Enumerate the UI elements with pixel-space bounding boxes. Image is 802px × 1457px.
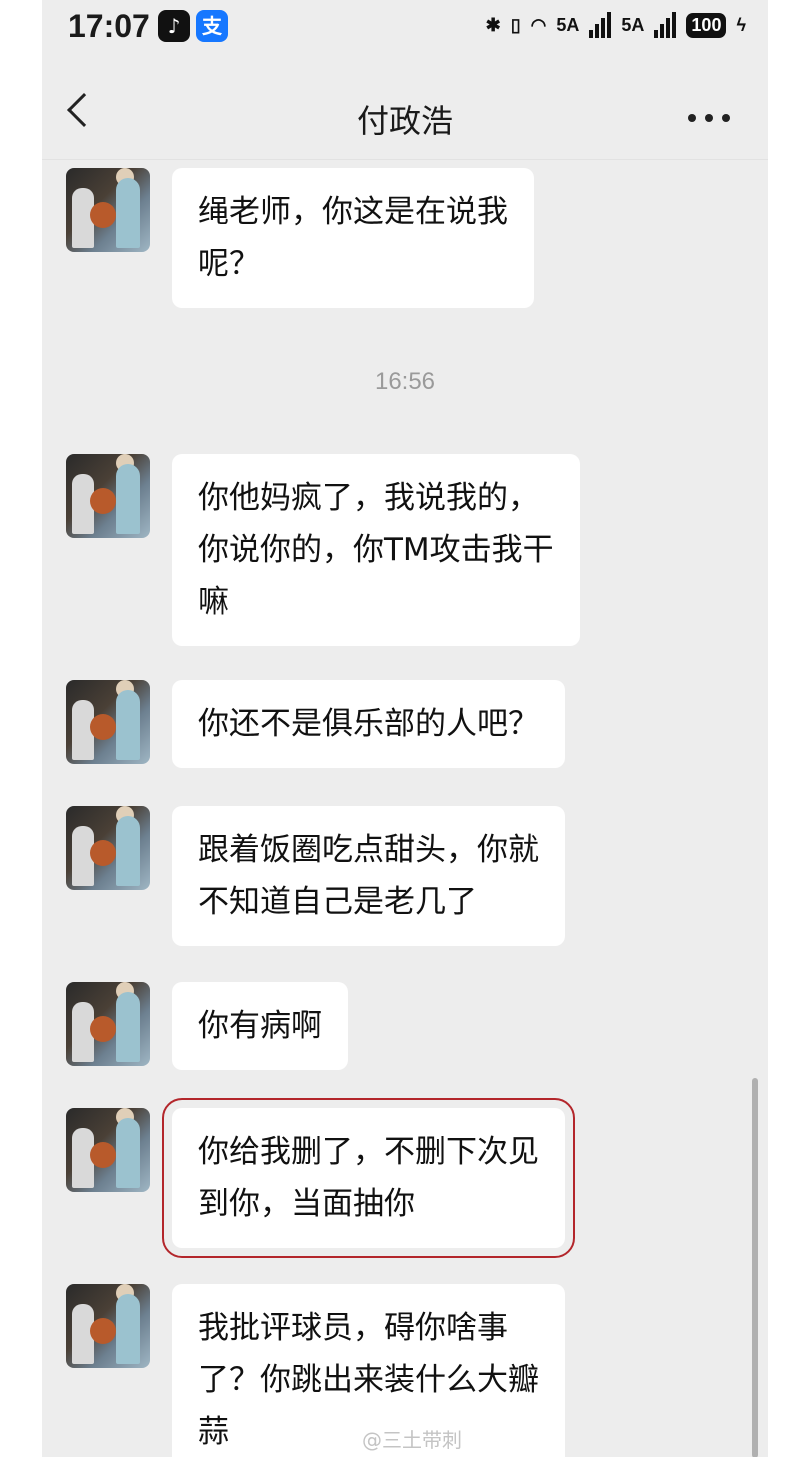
message-line: 你说你的，你TM攻击我干 — [198, 532, 554, 568]
message-timestamp: 16:56 — [374, 368, 436, 395]
wifi-icon: ◠ — [530, 14, 547, 35]
status-time: 17:07 — [68, 8, 150, 44]
message-line: 你给我删了，不删下次见 — [198, 1134, 539, 1170]
chat-title: 付政浩 — [356, 102, 453, 140]
message-bubble[interactable]: 你他妈疯了，我说我的， 你说你的，你TM攻击我干 嘛 — [172, 454, 580, 646]
signal-1-label: 5A — [556, 14, 580, 35]
message-line: 嘛 — [198, 584, 229, 620]
chat-screen: 17:07 ♪ 支 ✱ ▯ ◠ 5A 5A 100 ϟ 付政浩 绳老师，你这是在… — [42, 0, 768, 1457]
charging-icon: ϟ — [736, 14, 746, 35]
bluetooth-icon: ✱ — [485, 14, 501, 35]
tiktok-icon: ♪ — [158, 10, 190, 42]
signal-2-icon — [654, 12, 677, 38]
watermark: @三土带刺 — [362, 1428, 462, 1452]
message-line: 你还不是俱乐部的人吧？ — [198, 706, 539, 742]
message-line: 你他妈疯了，我说我的， — [198, 480, 539, 516]
more-options-icon[interactable] — [688, 114, 730, 122]
avatar[interactable] — [66, 1108, 150, 1192]
message-bubble[interactable]: 你有病啊 — [172, 982, 348, 1070]
scrollbar[interactable] — [752, 1078, 758, 1457]
avatar[interactable] — [66, 680, 150, 764]
vibrate-icon: ▯ — [510, 14, 521, 35]
message-line: 呢？ — [198, 246, 260, 282]
avatar[interactable] — [66, 168, 150, 252]
message-line: 了？你跳出来装什么大瓣 — [198, 1362, 539, 1398]
alipay-icon: 支 — [196, 10, 228, 42]
avatar[interactable] — [66, 1284, 150, 1368]
avatar[interactable] — [66, 806, 150, 890]
message-line: 不知道自己是老几了 — [198, 884, 477, 920]
status-bar: 17:07 ♪ 支 ✱ ▯ ◠ 5A 5A 100 ϟ — [42, 0, 768, 56]
message-bubble[interactable]: 绳老师，你这是在说我 呢？ — [172, 168, 534, 308]
signal-2-label: 5A — [621, 14, 645, 35]
system-indicators: ✱ ▯ ◠ 5A 5A 100 ϟ — [486, 12, 746, 38]
chat-header: 付政浩 — [42, 60, 768, 160]
avatar[interactable] — [66, 982, 150, 1066]
avatar[interactable] — [66, 454, 150, 538]
message-bubble[interactable]: 跟着饭圈吃点甜头，你就 不知道自己是老几了 — [172, 806, 565, 946]
signal-1-icon — [589, 12, 612, 38]
message-bubble[interactable]: 你还不是俱乐部的人吧？ — [172, 680, 565, 768]
message-line: 跟着饭圈吃点甜头，你就 — [198, 832, 539, 868]
message-line: 你有病啊 — [198, 1008, 322, 1044]
message-line: 到你，当面抽你 — [198, 1186, 415, 1222]
battery-indicator: 100 — [686, 12, 727, 38]
message-line: 绳老师，你这是在说我 — [198, 194, 508, 230]
highlighted-message-bubble[interactable]: 你给我删了，不删下次见 到你，当面抽你 — [162, 1098, 575, 1258]
message-line: 我批评球员，碍你啥事 — [198, 1310, 508, 1346]
